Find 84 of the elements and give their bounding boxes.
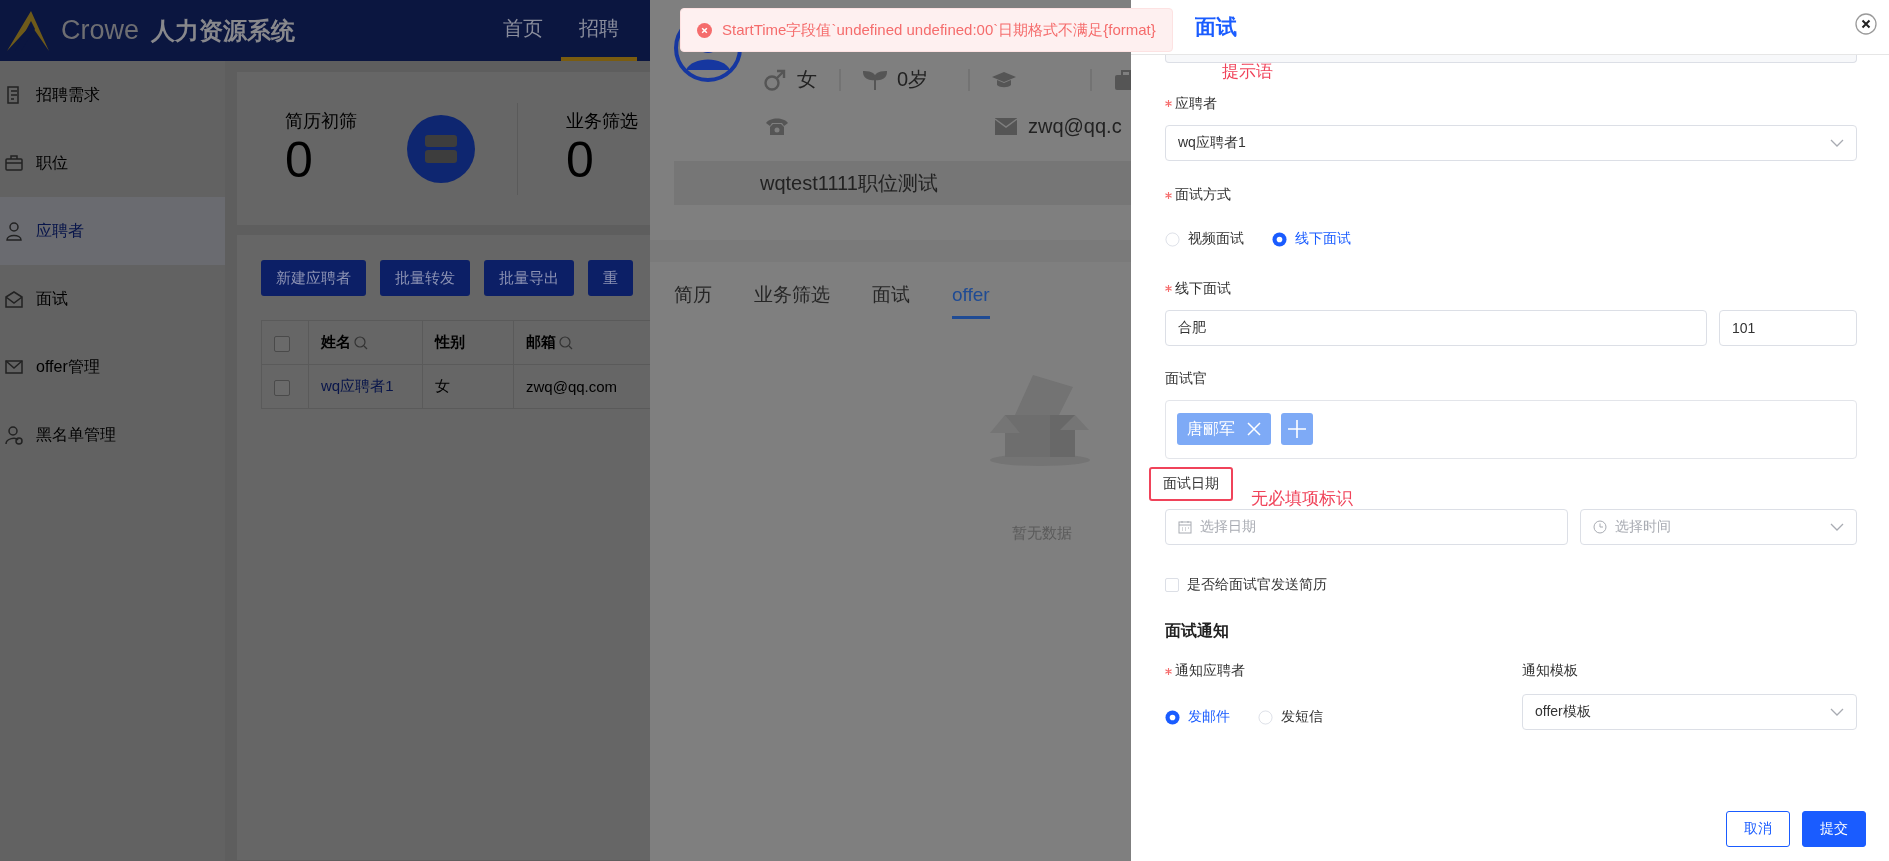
section-title: 面试通知 xyxy=(1165,620,1230,641)
cancel-button[interactable]: 取消 xyxy=(1726,811,1790,847)
applicant-select[interactable]: wq应聘者1 xyxy=(1165,124,1857,161)
room-input[interactable]: 101 xyxy=(1719,309,1857,346)
radio-icon xyxy=(1165,709,1180,725)
clock-icon xyxy=(1593,519,1607,534)
person-badge-icon xyxy=(4,425,24,445)
checkbox[interactable] xyxy=(274,335,290,352)
stat-value: 0 xyxy=(285,133,314,188)
gender-text: 女 xyxy=(797,67,817,92)
field-label: 线下面试 xyxy=(1165,279,1231,298)
field-label: 通知模板 xyxy=(1522,661,1578,680)
sidebar-item[interactable]: 职位 xyxy=(0,129,225,197)
radio-option[interactable]: 发邮件 xyxy=(1165,708,1230,726)
radio-option[interactable]: 线下面试 xyxy=(1272,230,1351,248)
calendar-icon xyxy=(1178,519,1192,534)
table-cell[interactable]: wq应聘者1 xyxy=(308,364,423,409)
system-name: 人力资源系统 xyxy=(151,15,296,46)
cabinet-icon xyxy=(407,114,475,183)
location-input[interactable]: 合肥 xyxy=(1165,309,1707,346)
plus-icon xyxy=(1287,419,1307,439)
logo-text: Crowe xyxy=(61,15,140,46)
radio-icon xyxy=(1165,231,1180,247)
sidebar-label: 黑名单管理 xyxy=(36,424,116,445)
person-icon xyxy=(4,221,24,241)
chevron-down-icon xyxy=(1830,522,1844,531)
sidebar-label: 招聘需求 xyxy=(36,84,100,105)
checkbox[interactable] xyxy=(274,379,290,396)
sidebar-label: 职位 xyxy=(36,152,68,173)
search-icon[interactable] xyxy=(559,335,573,350)
toolbar-button[interactable]: 批量导出 xyxy=(484,260,574,296)
tab[interactable]: 简历 xyxy=(674,282,712,319)
close-icon[interactable] xyxy=(1855,13,1877,35)
search-icon[interactable] xyxy=(354,335,368,350)
stat-value: 0 xyxy=(566,133,595,188)
field-label: 面试方式 xyxy=(1165,186,1231,204)
field-label: 应聘者 xyxy=(1165,94,1217,113)
interviewer-tag: 唐郦军 xyxy=(1177,413,1271,445)
radio-option[interactable]: 发短信 xyxy=(1258,708,1323,726)
template-select[interactable]: offer模板 xyxy=(1522,693,1857,730)
annotation-text: 提示语 xyxy=(1222,61,1273,83)
chevron-down-icon xyxy=(1830,707,1844,716)
envelope-icon xyxy=(4,289,24,309)
tab[interactable]: 面试 xyxy=(872,282,910,319)
sidebar-item[interactable]: 应聘者 xyxy=(0,197,225,265)
stat-label: 业务筛选 xyxy=(566,110,638,133)
toast-message: StartTime字段值`undefined undefined:00`日期格式不满足{format} xyxy=(722,20,1156,40)
tab[interactable]: 业务筛选 xyxy=(754,282,830,319)
chevron-down-icon xyxy=(1830,138,1844,147)
radio-icon xyxy=(1258,709,1273,725)
toolbar-button[interactable]: 新建应聘者 xyxy=(261,260,366,296)
column-header: 姓名 xyxy=(308,320,423,365)
add-button[interactable] xyxy=(1281,413,1313,445)
send-resume-checkbox[interactable]: 是否给面试官发送简历 xyxy=(1165,575,1857,594)
nav-tab[interactable]: 招聘 xyxy=(561,0,638,61)
sidebar-label: 面试 xyxy=(36,288,68,309)
sidebar-label: 应聘者 xyxy=(36,220,84,241)
sidebar-item[interactable]: 招聘需求 xyxy=(0,61,225,129)
submit-button[interactable]: 提交 xyxy=(1802,811,1866,847)
input-field[interactable] xyxy=(1165,55,1857,63)
column-header: 性别 xyxy=(422,320,514,365)
age-text: 0岁 xyxy=(897,67,929,92)
error-icon xyxy=(697,22,712,38)
field-label: 通知应聘者 xyxy=(1165,662,1245,680)
nav-tab[interactable]: 首页 xyxy=(485,0,562,61)
sidebar-item[interactable]: 黑名单管理 xyxy=(0,401,225,469)
position-text: wqtest1111职位测试 xyxy=(760,170,938,196)
toolbar-button[interactable]: 批量转发 xyxy=(380,260,470,296)
field-label: 面试日期 xyxy=(1149,466,1233,501)
drawer-title: 面试 xyxy=(1195,14,1237,40)
stat-label: 简历初筛 xyxy=(285,110,357,133)
male-icon xyxy=(763,67,787,92)
sidebar-item[interactable]: 面试 xyxy=(0,265,225,333)
sidebar-item[interactable]: offer管理 xyxy=(0,333,225,401)
annotation-text: 无必填项标识 xyxy=(1251,487,1353,510)
radio-option[interactable]: 视频面试 xyxy=(1165,230,1244,248)
table-cell: 女 xyxy=(422,364,514,409)
radio-icon xyxy=(1272,231,1287,247)
mail-icon xyxy=(4,357,24,377)
field-label: 面试官 xyxy=(1165,369,1207,388)
toolbar-button[interactable]: 重 xyxy=(588,260,633,296)
sidebar-label: offer管理 xyxy=(36,356,100,377)
email-text: zwq@qq.c xyxy=(1028,114,1122,138)
briefcase-icon xyxy=(4,153,24,173)
